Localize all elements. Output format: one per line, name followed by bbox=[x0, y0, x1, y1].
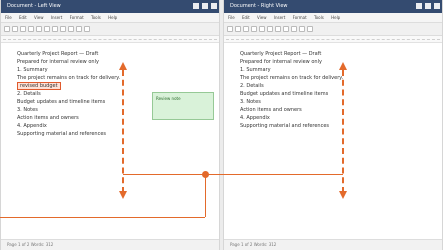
right-line-10: 4. Appendix bbox=[240, 115, 270, 121]
menu-item-tools[interactable]: Tools bbox=[91, 15, 101, 20]
left-document-window[interactable]: Document - Left View File Edit View Inse… bbox=[0, 0, 220, 250]
number-list-icon[interactable] bbox=[60, 26, 66, 32]
minimize-icon[interactable] bbox=[193, 3, 199, 9]
right-line-1: Quarterly Project Report — Draft bbox=[240, 51, 322, 57]
screenshot-stage: Document - Left View File Edit View Inse… bbox=[0, 0, 443, 250]
menu-item-help[interactable]: Help bbox=[331, 15, 340, 20]
right-status-text: Page 1 of 2 Words: 312 bbox=[230, 242, 277, 247]
left-statusbar: Page 1 of 2 Words: 312 bbox=[1, 239, 219, 250]
left-line-11: 4. Appendix bbox=[17, 123, 47, 129]
left-line-5-text: The project remains on track for deliver… bbox=[17, 75, 121, 81]
right-line-7: Budget updates and timeline items bbox=[240, 91, 329, 97]
maximize-icon[interactable] bbox=[202, 3, 208, 9]
right-line-6: 2. Details bbox=[240, 83, 264, 89]
align-center-icon[interactable] bbox=[36, 26, 42, 32]
left-line-4: 1. Summary bbox=[17, 67, 48, 73]
maximize-icon[interactable] bbox=[425, 3, 431, 9]
menu-item-format[interactable]: Format bbox=[70, 15, 84, 20]
close-icon[interactable] bbox=[211, 3, 217, 9]
left-toolbar[interactable] bbox=[1, 23, 219, 36]
align-center-icon[interactable] bbox=[259, 26, 265, 32]
comment-icon[interactable] bbox=[307, 26, 313, 32]
menu-item-insert[interactable]: Insert bbox=[51, 15, 62, 20]
left-status-text: Page 1 of 2 Words: 312 bbox=[7, 242, 54, 247]
menu-item-view[interactable]: View bbox=[257, 15, 267, 20]
left-line-5: The project remains on track for deliver… bbox=[17, 74, 203, 82]
close-icon[interactable] bbox=[434, 3, 440, 9]
minimize-icon[interactable] bbox=[416, 3, 422, 9]
number-list-icon[interactable] bbox=[283, 26, 289, 32]
right-line-2: Prepared for internal review only bbox=[240, 59, 322, 65]
right-statusbar: Page 1 of 2 Words: 312 bbox=[224, 239, 442, 250]
insert-table-icon[interactable] bbox=[299, 26, 305, 32]
left-document-body[interactable]: Quarterly Project Report — Draft Prepare… bbox=[1, 42, 219, 238]
align-right-icon[interactable] bbox=[44, 26, 50, 32]
right-document-window[interactable]: Document - Right View File Edit View Ins… bbox=[223, 0, 443, 250]
insert-image-icon[interactable] bbox=[68, 26, 74, 32]
bold-icon[interactable] bbox=[227, 26, 233, 32]
right-line-5: The project remains on track for deliver… bbox=[240, 75, 344, 81]
menu-item-insert[interactable]: Insert bbox=[274, 15, 285, 20]
left-line-2: Prepared for internal review only bbox=[17, 59, 99, 65]
left-line-6: revised budget bbox=[17, 82, 203, 90]
right-document-body[interactable]: Quarterly Project Report — Draft Prepare… bbox=[224, 42, 442, 238]
underline-icon[interactable] bbox=[20, 26, 26, 32]
menu-item-file[interactable]: File bbox=[5, 15, 12, 20]
left-titlebar[interactable]: Document - Left View bbox=[1, 0, 219, 13]
right-window-title: Document - Right View bbox=[230, 3, 288, 9]
right-line-11: Supporting material and references bbox=[240, 123, 330, 129]
left-line-12: Supporting material and references bbox=[17, 131, 107, 137]
right-toolbar[interactable] bbox=[224, 23, 442, 36]
menu-item-edit[interactable]: Edit bbox=[19, 15, 27, 20]
align-left-icon[interactable] bbox=[251, 26, 257, 32]
comment-icon[interactable] bbox=[84, 26, 90, 32]
left-highlighted-text[interactable]: revised budget bbox=[17, 82, 61, 90]
insert-table-icon[interactable] bbox=[76, 26, 82, 32]
left-menubar[interactable]: File Edit View Insert Format Tools Help bbox=[1, 13, 219, 23]
bold-icon[interactable] bbox=[4, 26, 10, 32]
right-line-4: 1. Summary bbox=[240, 67, 271, 73]
menu-item-edit[interactable]: Edit bbox=[242, 15, 250, 20]
menu-item-format[interactable]: Format bbox=[293, 15, 307, 20]
menu-item-tools[interactable]: Tools bbox=[314, 15, 324, 20]
menu-item-help[interactable]: Help bbox=[108, 15, 117, 20]
menu-item-file[interactable]: File bbox=[228, 15, 235, 20]
right-line-8: 3. Notes bbox=[240, 99, 261, 105]
menu-item-view[interactable]: View bbox=[34, 15, 44, 20]
align-right-icon[interactable] bbox=[267, 26, 273, 32]
left-window-title: Document - Left View bbox=[7, 3, 61, 9]
comment-balloon-text: Review note bbox=[156, 96, 181, 101]
bullet-list-icon[interactable] bbox=[275, 26, 281, 32]
right-menubar[interactable]: File Edit View Insert Format Tools Help bbox=[224, 13, 442, 23]
right-titlebar[interactable]: Document - Right View bbox=[224, 0, 442, 13]
left-line-1: Quarterly Project Report — Draft bbox=[17, 51, 99, 57]
right-line-9: Action items and owners bbox=[240, 107, 302, 113]
italic-icon[interactable] bbox=[235, 26, 241, 32]
align-left-icon[interactable] bbox=[28, 26, 34, 32]
comment-balloon[interactable]: Review note bbox=[152, 92, 214, 120]
bullet-list-icon[interactable] bbox=[52, 26, 58, 32]
italic-icon[interactable] bbox=[12, 26, 18, 32]
underline-icon[interactable] bbox=[243, 26, 249, 32]
insert-image-icon[interactable] bbox=[291, 26, 297, 32]
